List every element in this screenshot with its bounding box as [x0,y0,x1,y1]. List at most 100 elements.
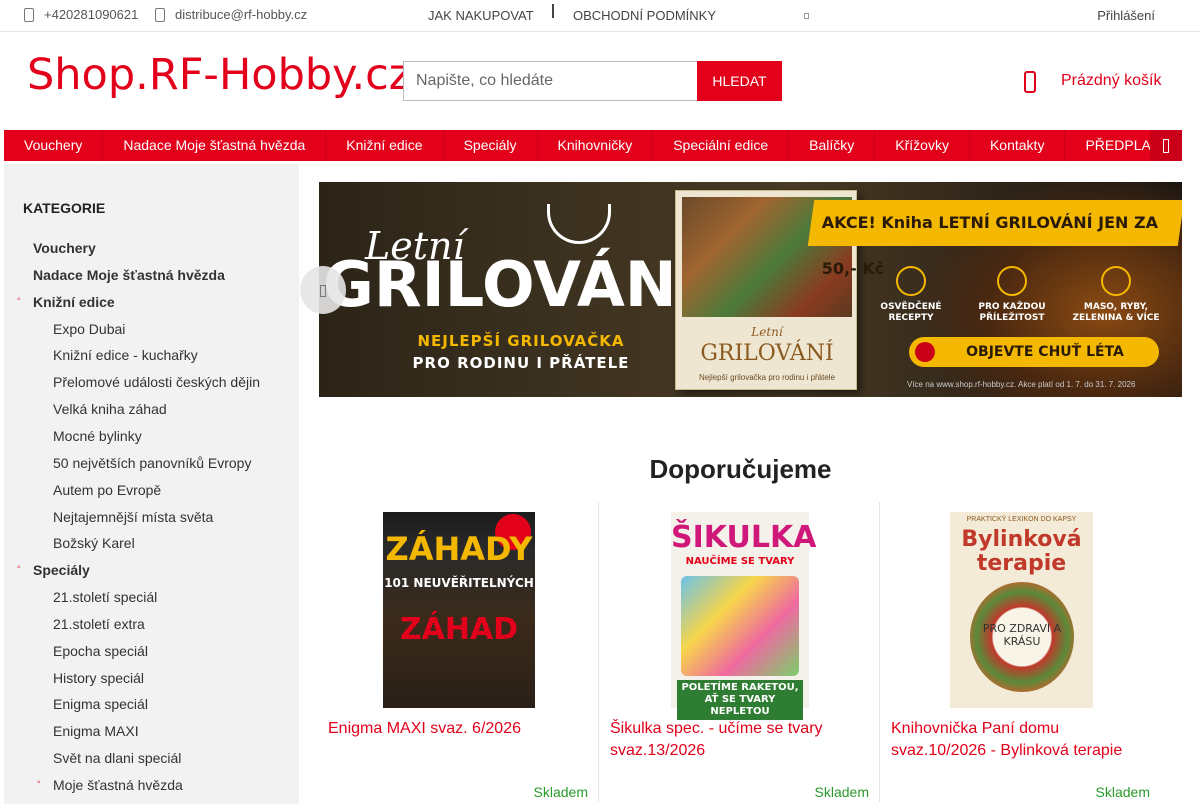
slider-prev-button[interactable] [300,266,346,314]
cover-text: 101 NEUVĚŘITELNÝCH [384,576,534,590]
sidebar-title: KATEGORIE [23,200,106,216]
cutlery-icon [896,266,926,296]
category-item[interactable]: Nejtajemnější místa světa [53,509,213,525]
banner-cta-button[interactable]: OBJEVTE CHUŤ LÉTA [909,337,1159,367]
product-image[interactable]: ŠIKULKA NAUČÍME SE TVARY POLETÍME RAKETO… [671,512,816,720]
category-item[interactable]: Autem po Evropě [53,482,161,498]
nav-item-specialni-edice[interactable]: Speciální edice [653,130,790,161]
category-item[interactable]: ◦ Speciály [17,562,90,578]
category-item[interactable]: Knižní edice - kuchařky [53,347,198,363]
login-link[interactable]: Přihlášení [1097,8,1155,23]
terms-link[interactable]: OBCHODNÍ PODMÍNKY [573,8,716,23]
category-item[interactable]: ◦ Moje šťastná hvězda [37,777,183,793]
top-bar: +420281090621 distribuce@rf-hobby.cz JAK… [0,0,1200,32]
phone-icon [24,7,34,22]
site-logo[interactable]: Shop.RF-Hobby.cz [27,50,411,100]
category-item[interactable]: Expo Dubai [53,321,125,337]
category-item[interactable]: Epocha speciál [53,643,148,659]
category-label: Speciály [33,562,90,578]
product-image[interactable]: PRAKTICKÝ LEXIKON DO KAPSY Bylinková ter… [950,512,1093,708]
category-label: Knižní edice [33,294,115,310]
category-label: Přelomové události českých dějin [53,374,260,390]
category-label: Nejtajemnější místa světa [53,509,214,525]
category-label: Vouchery [33,240,96,256]
cover-title: Bylinková terapie [961,527,1082,576]
category-item[interactable]: Velká kniha záhad [53,401,167,417]
phone-number: +420281090621 [44,7,139,22]
banner-title: GRILOVÁNÍ [323,248,700,321]
category-item[interactable]: 21.století speciál [53,589,157,605]
category-item[interactable]: History speciál [53,670,144,686]
category-item[interactable]: 21.století extra [53,616,145,632]
main-navigation: Vouchery Nadace Moje šťastná hvězda Kniž… [4,130,1182,161]
people-icon [997,266,1027,296]
cart-icon [915,342,935,362]
stock-status: Skladem [1095,784,1150,800]
category-item[interactable]: Svět na dlani speciál [53,750,181,766]
nav-item-kontakty[interactable]: Kontakty [970,130,1066,161]
search-form: HLEDAT [403,61,782,101]
book-small-title: Letní [751,325,783,339]
nav-more-icon[interactable] [1150,130,1182,161]
bullet-icon: ◦ [17,294,21,305]
feature-recipes: OSVĚDČENÉ RECEPTY [866,266,956,324]
search-input[interactable] [403,61,697,101]
banner-fine-print: Více na www.shop.rf-hobby.cz. Akce platí… [907,380,1136,389]
product-name[interactable]: Knihovnička Paní domu svaz.10/2026 - Byl… [891,718,1149,762]
category-label: Expo Dubai [53,321,126,337]
category-sidebar: KATEGORIE Vouchery Nadace Moje šťastná hv… [4,164,299,804]
flame-icon [1101,266,1131,296]
search-button[interactable]: HLEDAT [697,61,782,101]
category-label: Svět na dlani speciál [53,750,182,766]
category-item[interactable]: Enigma MAXI [53,723,139,739]
cart-link[interactable]: Prázdný košík [1061,72,1161,90]
cover-title: ZÁHADY [385,530,533,568]
grill-icon [547,204,611,244]
feature-occasion: PRO KAŽDOU PŘÍLEŽITOST [967,266,1057,324]
category-item[interactable]: Božský Karel [53,535,135,551]
category-label: 21.století extra [53,616,145,632]
banner-subtitle: NEJLEPŠÍ GRILOVAČKA [417,332,625,350]
book-subtitle: Nejlepší grilovačka pro rodinu i přátele [698,373,836,382]
nav-item-knizni-edice[interactable]: Knižní edice [326,130,444,161]
category-item[interactable]: Vouchery [33,240,96,256]
category-label: Božský Karel [53,535,135,551]
category-item[interactable]: Nadace Moje šťastná hvězda [33,267,225,283]
language-icon[interactable] [804,13,809,19]
category-item[interactable]: 50 největších panovníků Evropy [53,455,251,471]
nav-item-specialy[interactable]: Speciály [444,130,538,161]
product-card[interactable]: ZÁHADY 101 NEUVĚŘITELNÝCH ZÁHAD Enigma M… [317,502,598,802]
category-label: History speciál [53,670,145,686]
promo-banner[interactable]: Letní GRILOVÁNÍ NEJLEPŠÍ GRILOVAČKA PRO … [319,182,1182,397]
nav-item-vouchery[interactable]: Vouchery [4,130,104,161]
nav-item-balicky[interactable]: Balíčky [789,130,876,161]
nav-item-nadace[interactable]: Nadace Moje šťastná hvězda [103,130,327,161]
category-label: Velká kniha záhad [53,401,167,417]
category-item[interactable]: Mocné bylinky [53,428,142,444]
category-item[interactable]: ◦ Knižní edice [17,294,115,310]
product-name[interactable]: Šikulka spec. - učíme se tvary svaz.13/2… [610,718,868,762]
nav-item-knihovnicky[interactable]: Knihovničky [538,130,654,161]
book-title: GRILOVÁNÍ [700,341,834,366]
category-label: 21.století speciál [53,589,158,605]
product-name[interactable]: Enigma MAXI svaz. 6/2026 [328,718,586,740]
category-label: Knižní edice - kuchařky [53,347,198,363]
how-to-buy-link[interactable]: JAK NAKUPOVAT [428,8,534,23]
category-label: Moje šťastná hvězda [53,777,183,793]
category-item[interactable]: Přelomové události českých dějin [53,374,260,390]
feature-food: MASO, RYBY, ZELENINA & VÍCE [1071,266,1161,324]
nav-item-krizovky[interactable]: Křížovky [875,130,970,161]
product-card[interactable]: ŠIKULKA NAUČÍME SE TVARY POLETÍME RAKETO… [598,502,879,802]
cover-text: NAUČÍME SE TVARY [685,556,795,567]
product-image[interactable]: ZÁHADY 101 NEUVĚŘITELNÝCH ZÁHAD [383,512,535,708]
promo-badge: AKCE! Kniha LETNÍ GRILOVÁNÍ JEN ZA 50,- … [807,200,1182,278]
email-contact[interactable]: distribuce@rf-hobby.cz [155,7,307,22]
feature-label: MASO, RYBY, ZELENINA & VÍCE [1072,302,1160,323]
cart-icon[interactable] [1024,71,1036,93]
phone-contact[interactable]: +420281090621 [24,7,138,22]
product-card[interactable]: PRAKTICKÝ LEXIKON DO KAPSY Bylinková ter… [879,502,1160,802]
divider [552,4,554,18]
feature-label: PRO KAŽDOU PŘÍLEŽITOST [978,302,1046,323]
feature-label: OSVĚDČENÉ RECEPTY [880,302,942,323]
category-item[interactable]: Enigma speciál [53,696,148,712]
